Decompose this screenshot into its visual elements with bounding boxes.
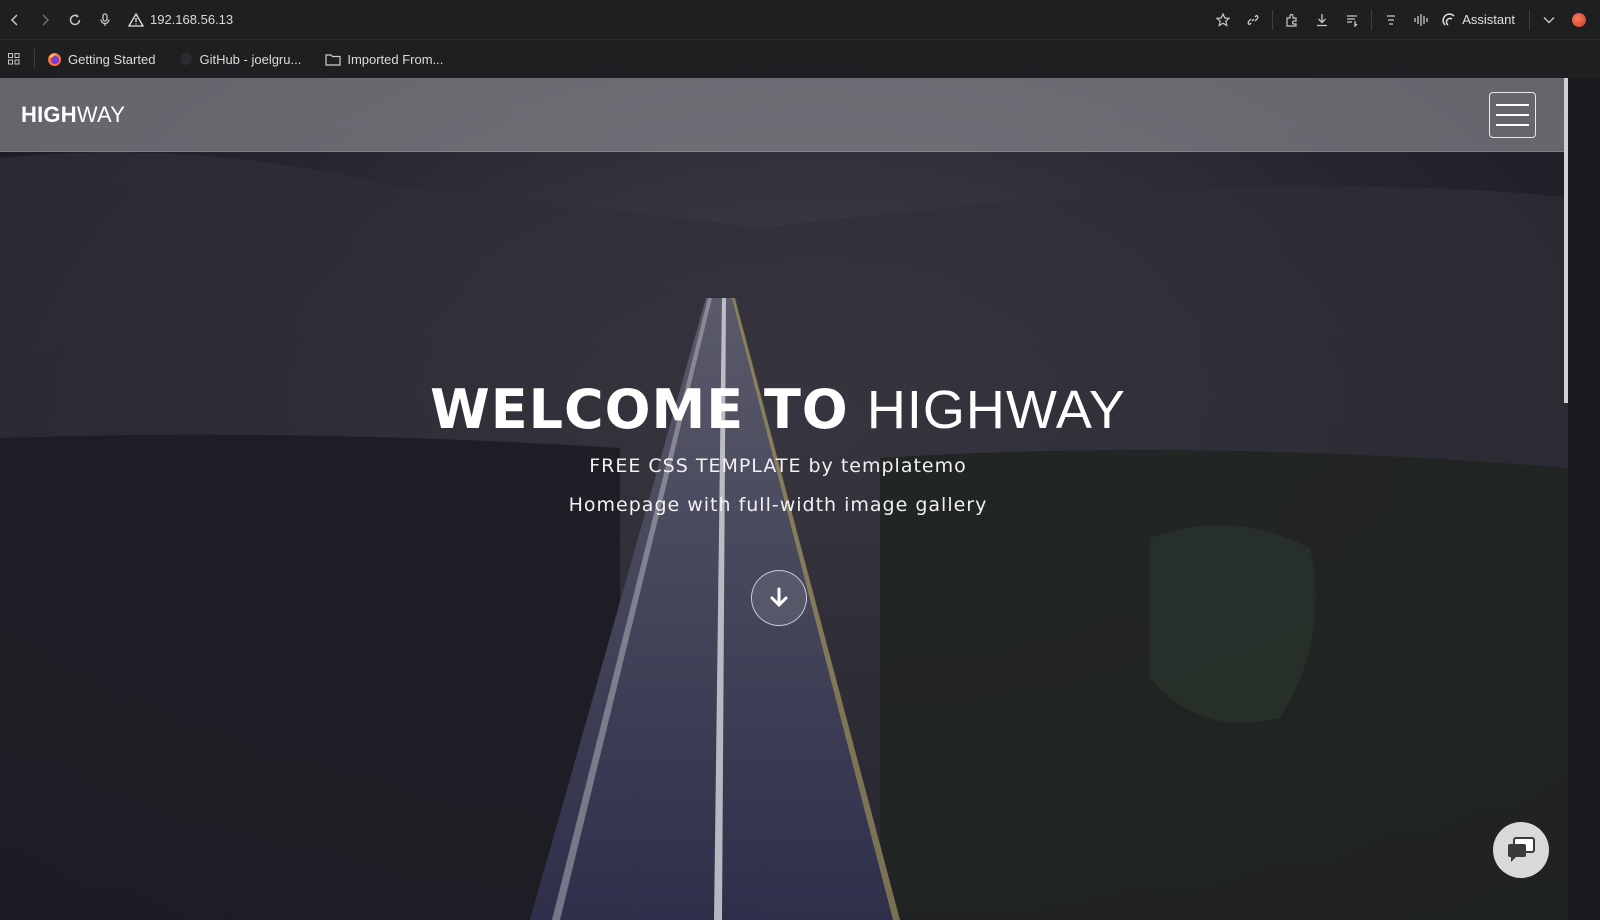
- toolbar-separator: [1371, 9, 1373, 30]
- url-text: 192.168.56.13: [150, 12, 234, 27]
- bookmark-star-button[interactable]: [1208, 0, 1238, 39]
- reload-button[interactable]: [60, 0, 90, 39]
- address-bar[interactable]: 192.168.56.13: [128, 12, 233, 27]
- arrow-down-icon: [770, 587, 788, 608]
- logo-light: WAY: [76, 102, 126, 127]
- toolbar-separator: [1272, 9, 1274, 30]
- browser-toolbar: 192.168.56.13 Assistant: [0, 0, 1600, 39]
- chat-widget-button[interactable]: [1493, 822, 1549, 878]
- assistant-button[interactable]: Assistant: [1436, 12, 1525, 27]
- bookmark-label: Imported From...: [347, 51, 444, 67]
- reload-icon: [69, 13, 81, 25]
- downloads-button[interactable]: [1307, 0, 1337, 39]
- bookmarks-separator: [34, 49, 35, 69]
- web-page: HIGHWAY WELCOME TO HIGHWAY FREE CSS TEMP…: [0, 78, 1568, 920]
- page-scrollbar-track[interactable]: [1568, 78, 1600, 920]
- toolbar-separator: [1529, 9, 1530, 30]
- github-icon: [179, 52, 193, 66]
- hamburger-icon: [1496, 104, 1529, 126]
- extensions-button[interactable]: [1277, 0, 1307, 39]
- assistant-icon: [1442, 12, 1455, 26]
- bookmark-imported-folder[interactable]: Imported From...: [325, 52, 443, 67]
- copy-link-button[interactable]: [1238, 0, 1268, 39]
- assistant-label: Assistant: [1462, 12, 1515, 27]
- hero-title-light: HIGHWAY: [866, 380, 1126, 440]
- folder-icon: [325, 53, 341, 66]
- scroll-down-button[interactable]: [751, 570, 807, 626]
- hamburger-menu-button[interactable]: [1489, 92, 1536, 138]
- back-icon: [10, 13, 18, 26]
- apps-icon: [8, 53, 20, 65]
- bookmark-label: GitHub - joelgru...: [199, 51, 302, 67]
- chat-icon: [1508, 837, 1535, 862]
- audio-icon: [1414, 13, 1428, 26]
- mic-button[interactable]: [90, 0, 120, 39]
- chevron-down-icon: [1543, 16, 1555, 23]
- apps-button[interactable]: [0, 53, 28, 65]
- hero-subtitle-2: Homepage with full-width image gallery: [568, 494, 988, 516]
- profile-avatar[interactable]: [1572, 12, 1586, 27]
- forward-button[interactable]: [30, 0, 60, 39]
- hero-title-bold: WELCOME TO: [430, 378, 849, 441]
- sidebar-menu-button[interactable]: [1376, 0, 1406, 39]
- bookmark-label: Getting Started: [68, 51, 156, 67]
- back-button[interactable]: [0, 0, 30, 39]
- hero-title: WELCOME TO HIGHWAY: [0, 378, 1556, 441]
- warning-icon: [128, 12, 144, 27]
- logo-bold: HIGH: [21, 102, 77, 127]
- bookmark-getting-started[interactable]: Getting Started: [47, 52, 155, 67]
- forward-icon: [42, 13, 50, 26]
- site-logo[interactable]: HIGHWAY: [21, 102, 125, 128]
- reading-list-icon: [1347, 14, 1358, 27]
- link-icon: [1247, 14, 1259, 25]
- extensions-icon: [1286, 13, 1297, 27]
- star-icon: [1216, 12, 1231, 27]
- reading-list-button[interactable]: [1337, 0, 1367, 39]
- tab-dropdown-button[interactable]: [1534, 0, 1564, 39]
- site-navbar: HIGHWAY: [0, 78, 1568, 152]
- firefox-icon: [47, 52, 62, 67]
- mic-icon: [100, 12, 110, 26]
- bookmark-github[interactable]: GitHub - joelgru...: [179, 52, 301, 67]
- menu-icon: [1387, 14, 1396, 25]
- hero-subtitle-1: FREE CSS TEMPLATE by templatemo: [589, 455, 967, 477]
- download-icon: [1317, 13, 1328, 26]
- page-scrollbar-thumb[interactable]: [1564, 78, 1568, 403]
- audio-button[interactable]: [1406, 0, 1436, 39]
- bookmarks-bar: Getting Started GitHub - joelgru... Impo…: [0, 39, 1600, 78]
